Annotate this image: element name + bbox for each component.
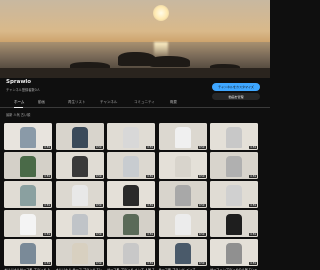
- tshirt-graphic: [226, 185, 242, 206]
- tab-channels[interactable]: チャンネル: [100, 100, 117, 105]
- video-card[interactable]: 0:59オリジナルサーフ系 ブランド 人気0回視聴・2週間前: [4, 239, 52, 270]
- video-duration: 0:59: [146, 175, 154, 178]
- video-duration: 0:59: [146, 262, 154, 265]
- video-thumbnail[interactable]: 0:59: [55, 239, 104, 266]
- video-duration: 0:59: [94, 146, 103, 149]
- video-duration: 0:59: [146, 204, 154, 207]
- tshirt-graphic: [71, 156, 88, 177]
- video-thumbnail[interactable]: 0:59: [107, 123, 155, 150]
- tab-home[interactable]: ホーム: [14, 100, 24, 105]
- video-duration: 0:59: [94, 204, 103, 207]
- video-card[interactable]: 0:59オリジナル サーフ ブランド Tシャツ0回視聴・2週間前: [55, 239, 104, 270]
- active-tab-indicator: [14, 107, 23, 108]
- video-thumbnail[interactable]: 0:59: [107, 210, 155, 237]
- video-duration: 0:59: [43, 204, 51, 207]
- video-thumbnail[interactable]: 0:59: [210, 181, 258, 208]
- video-duration: 0:59: [249, 204, 257, 207]
- video-thumbnail[interactable]: 0:59: [4, 210, 52, 237]
- tshirt-graphic: [174, 185, 191, 206]
- tshirt-graphic: [226, 243, 242, 264]
- customize-channel-button[interactable]: チャンネルをカスタマイズ: [212, 83, 260, 91]
- video-duration: 0:59: [43, 233, 51, 236]
- video-duration: 0:59: [43, 175, 51, 178]
- video-thumbnail[interactable]: 0:59: [55, 181, 104, 208]
- tshirt-graphic: [123, 156, 139, 177]
- tshirt-graphic: [71, 214, 88, 235]
- tshirt-graphic: [226, 156, 242, 177]
- video-duration: 0:59: [146, 233, 154, 236]
- video-thumbnail[interactable]: 0:59: [55, 210, 104, 237]
- video-duration: 0:59: [197, 262, 206, 265]
- tshirt-graphic: [20, 156, 36, 177]
- shore-graphic: [0, 68, 270, 78]
- tshirt-graphic: [226, 214, 242, 235]
- video-card[interactable]: 0:59サーフィンブランドの人気 Tシャツ0回視聴・3週間前: [210, 239, 258, 270]
- video-thumbnail[interactable]: 0:59: [158, 181, 207, 208]
- video-duration: 0:59: [146, 146, 154, 149]
- tshirt-graphic: [174, 243, 191, 264]
- video-thumbnail[interactable]: 0:59: [4, 123, 52, 150]
- tshirt-graphic: [174, 156, 191, 177]
- video-duration: 0:59: [94, 233, 103, 236]
- tab-about[interactable]: 概要: [170, 100, 177, 105]
- tshirt-graphic: [71, 127, 88, 148]
- channel-banner: [0, 0, 270, 78]
- video-thumbnail[interactable]: 0:59: [158, 210, 207, 237]
- tshirt-graphic: [174, 214, 191, 235]
- channel-subscriber-count: チャンネル登録者数0人: [6, 88, 40, 92]
- tshirt-graphic: [123, 243, 139, 264]
- sort-options[interactable]: 最新 人気 古い順: [6, 112, 30, 117]
- video-thumbnail[interactable]: 0:59: [4, 239, 52, 266]
- video-thumbnail[interactable]: 0:59: [210, 210, 258, 237]
- video-duration: 0:59: [43, 146, 51, 149]
- channel-tabs: ホーム 動画 再生リスト チャンネル コミュニティ 概要: [0, 98, 270, 108]
- tshirt-graphic: [20, 185, 36, 206]
- video-thumbnail[interactable]: 0:59: [55, 152, 104, 179]
- video-thumbnail[interactable]: 0:59: [107, 181, 155, 208]
- video-duration: 0:59: [197, 146, 206, 149]
- tshirt-graphic: [123, 127, 139, 148]
- video-duration: 0:59: [197, 233, 206, 236]
- tshirt-graphic: [123, 214, 139, 235]
- video-card[interactable]: 0:59サーフ系 ブランド メンズ 人気 Tシャツ0回視聴・2週間前: [107, 239, 155, 270]
- video-duration: 0:59: [249, 233, 257, 236]
- tshirt-graphic: [226, 127, 242, 148]
- tshirt-graphic: [71, 185, 88, 206]
- tab-community[interactable]: コミュニティ: [134, 100, 155, 105]
- tshirt-graphic: [20, 243, 36, 264]
- video-thumbnail[interactable]: 0:59: [158, 239, 207, 266]
- video-duration: 0:59: [94, 175, 103, 178]
- channel-name: Sprawlo: [6, 79, 32, 85]
- video-thumbnail[interactable]: 0:59: [55, 123, 104, 150]
- video-thumbnail[interactable]: 0:59: [158, 152, 207, 179]
- video-duration: 0:59: [249, 146, 257, 149]
- tab-videos[interactable]: 動画: [38, 100, 45, 105]
- tshirt-graphic: [123, 185, 139, 206]
- video-thumbnail[interactable]: 0:59: [107, 152, 155, 179]
- video-duration: 0:59: [249, 175, 257, 178]
- tshirt-graphic: [20, 214, 36, 235]
- video-card[interactable]: 0:59サーフ系 ブランド メンズ ...0回視聴・3週間前: [158, 239, 207, 270]
- video-thumbnail[interactable]: 0:59: [107, 239, 155, 266]
- video-thumbnail[interactable]: 0:59: [210, 123, 258, 150]
- tshirt-graphic: [174, 127, 191, 148]
- tab-playlists[interactable]: 再生リスト: [68, 100, 86, 105]
- rock-graphic: [150, 56, 190, 67]
- video-duration: 0:59: [43, 262, 51, 265]
- tshirt-graphic: [20, 127, 36, 148]
- video-duration: 0:59: [94, 262, 103, 265]
- video-duration: 0:59: [197, 204, 206, 207]
- video-duration: 0:59: [197, 175, 206, 178]
- video-thumbnail[interactable]: 0:59: [4, 181, 52, 208]
- video-duration: 0:59: [249, 262, 257, 265]
- tshirt-graphic: [71, 243, 88, 264]
- sun-graphic: [153, 5, 169, 21]
- video-thumbnail[interactable]: 0:59: [4, 152, 52, 179]
- video-thumbnail[interactable]: 0:59: [210, 152, 258, 179]
- video-thumbnail[interactable]: 0:59: [210, 239, 258, 266]
- video-thumbnail[interactable]: 0:59: [158, 123, 207, 150]
